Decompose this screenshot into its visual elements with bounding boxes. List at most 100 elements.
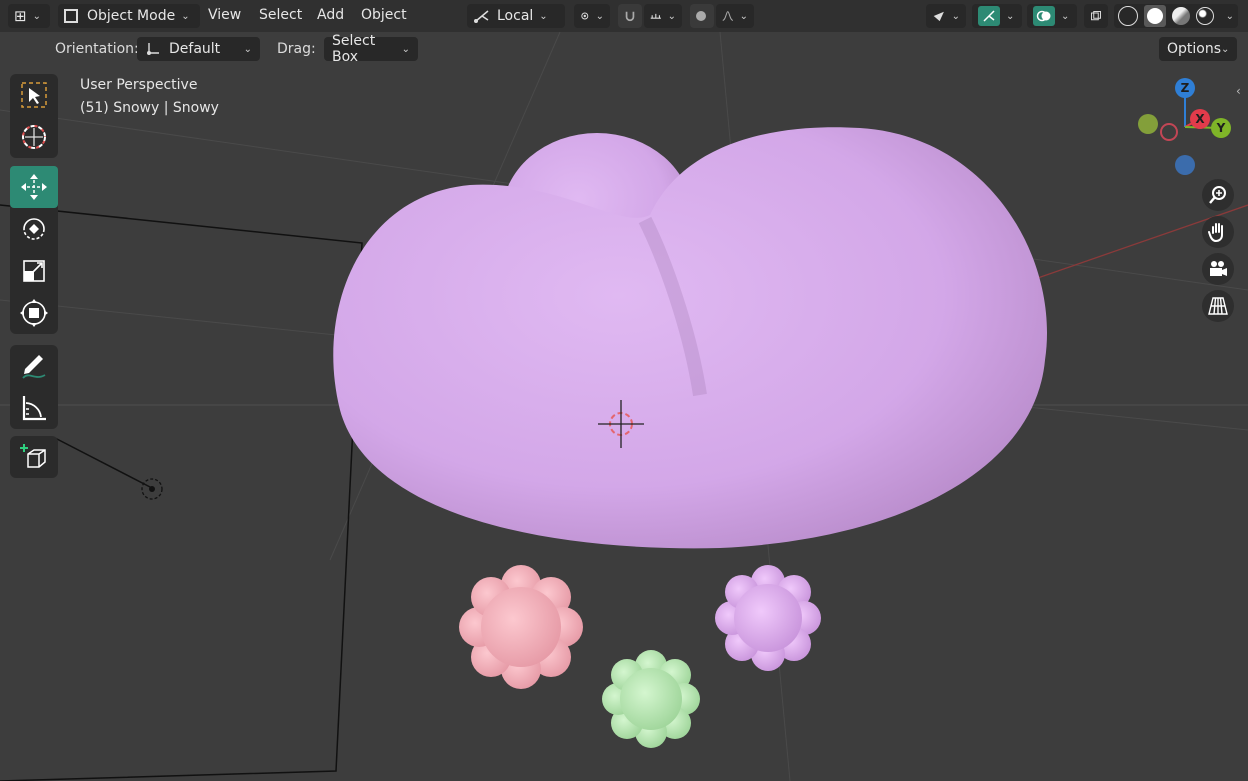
chevron-down-icon: ⌄ — [739, 10, 748, 22]
object-mode-icon — [64, 9, 78, 23]
toolbar-group-select — [10, 74, 58, 158]
toolbar-group-add — [10, 436, 58, 478]
xray-toggle[interactable] — [1084, 4, 1108, 28]
orientation-dropdown[interactable]: Default ⌄ — [137, 37, 260, 61]
toolbar-group-transform — [10, 166, 58, 334]
transform-orientation-selector[interactable]: Local ⌄ — [467, 4, 565, 28]
gizmo-y-axis[interactable]: Y — [1211, 118, 1231, 138]
navigation-gizmo[interactable]: Z X Y — [1130, 72, 1240, 182]
gizmo-x-axis[interactable]: X — [1190, 109, 1210, 129]
gizmo-toggle[interactable]: ⌄ — [972, 4, 1022, 28]
chevron-down-icon: ⌄ — [1061, 10, 1070, 22]
orientation-axes-icon — [147, 43, 159, 55]
hand-icon — [1208, 223, 1223, 243]
chevron-down-icon: ⌄ — [951, 10, 960, 22]
editor-type-icon: ⊞ — [14, 7, 27, 25]
grid-perspective-icon — [1208, 297, 1228, 315]
zoom-icon — [1209, 186, 1226, 204]
drag-value: Select Box — [332, 33, 376, 65]
object-info: (51) Snowy | Snowy — [80, 100, 219, 116]
falloff-selector[interactable]: ⌄ — [716, 4, 754, 28]
drag-label: Drag: — [277, 41, 316, 57]
tool-rotate[interactable] — [10, 208, 58, 250]
tool-move[interactable] — [10, 166, 58, 208]
green-drop[interactable] — [602, 650, 700, 748]
toolbar-group-annotate — [10, 345, 58, 429]
gizmo-z-axis[interactable]: Z — [1175, 78, 1195, 98]
options-label: Options — [1167, 41, 1222, 57]
pivot-icon — [581, 12, 589, 20]
zoom-button[interactable] — [1202, 179, 1234, 211]
rendered-shading-icon[interactable] — [1195, 7, 1214, 25]
proportional-edit-icon — [696, 11, 706, 21]
overlays-toggle[interactable]: ⌄ — [1027, 4, 1077, 28]
snap-toggle[interactable] — [618, 4, 642, 28]
transform-icon — [20, 299, 48, 327]
menu-object[interactable]: Object — [361, 7, 407, 23]
scale-icon — [23, 260, 45, 282]
tool-cursor[interactable] — [10, 116, 58, 158]
chevron-down-icon: ⌄ — [1221, 43, 1230, 55]
menu-add[interactable]: Add — [317, 7, 344, 23]
menu-select[interactable]: Select — [259, 7, 302, 23]
viewport-header: ⊞ ⌄ Object Mode ⌄ View Select Add Object … — [0, 0, 1248, 32]
xray-icon — [1091, 11, 1101, 21]
tool-scale[interactable] — [10, 250, 58, 292]
tool-annotate[interactable] — [10, 345, 58, 387]
orientation-value: Default — [169, 41, 221, 57]
gizmo-neg-x-axis[interactable] — [1160, 123, 1178, 141]
solid-shading-icon[interactable] — [1143, 5, 1166, 27]
cursor-arrow-icon — [933, 11, 944, 22]
chevron-down-icon: ⌄ — [181, 10, 190, 22]
chevron-down-icon: ⌄ — [401, 43, 410, 55]
gizmo-neg-y-axis[interactable] — [1138, 114, 1158, 134]
falloff-curve-icon — [722, 11, 734, 21]
material-preview-icon[interactable] — [1171, 7, 1190, 25]
annotate-pencil-icon — [22, 355, 46, 379]
proportional-editing-toggle[interactable] — [690, 4, 714, 28]
wireframe-shading-icon[interactable] — [1118, 6, 1138, 26]
pivot-point-selector[interactable]: ⌄ — [574, 4, 610, 28]
add-cube-icon — [20, 444, 46, 468]
tool-select-box[interactable] — [10, 74, 58, 116]
chevron-down-icon: ⌄ — [32, 10, 41, 22]
cloud-object[interactable] — [333, 127, 1048, 549]
drag-dropdown[interactable]: Select Box ⌄ — [324, 33, 418, 65]
chevron-down-icon: ⌄ — [1225, 10, 1234, 22]
gizmo-icon — [978, 6, 1000, 26]
pan-button[interactable] — [1202, 216, 1234, 248]
pink-drop[interactable] — [459, 565, 583, 689]
mode-label: Object Mode — [87, 8, 176, 24]
rotate-icon — [23, 218, 45, 240]
orientation-label: Local — [497, 8, 534, 24]
perspective-toggle-button[interactable] — [1202, 290, 1234, 322]
magnet-icon — [625, 11, 635, 22]
snap-increment-icon — [650, 13, 661, 19]
gizmo-neg-z-axis[interactable] — [1175, 155, 1195, 175]
tool-transform[interactable] — [10, 292, 58, 334]
snap-target-selector[interactable]: ⌄ — [644, 4, 682, 28]
chevron-down-icon: ⌄ — [1006, 10, 1015, 22]
shading-mode-group: ⌄ — [1114, 4, 1238, 28]
overlays-icon — [1033, 6, 1055, 26]
chevron-down-icon: ⌄ — [243, 43, 252, 55]
selectability-visibility-button[interactable]: ⌄ — [926, 4, 966, 28]
view-name: User Perspective — [80, 77, 198, 93]
viewport-3d[interactable] — [0, 32, 1248, 781]
purple-drop[interactable] — [715, 565, 821, 671]
move-icon — [21, 174, 47, 200]
mode-selector[interactable]: Object Mode ⌄ — [58, 4, 200, 28]
tool-add-cube[interactable] — [10, 436, 58, 478]
orientation-icon — [474, 10, 489, 23]
sidebar-toggle-arrow[interactable]: ‹ — [1236, 84, 1241, 98]
select-box-icon — [21, 82, 47, 108]
cursor-icon — [22, 125, 46, 149]
tool-measure[interactable] — [10, 387, 58, 429]
options-dropdown[interactable]: Options ⌄ — [1159, 37, 1237, 61]
camera-view-button[interactable] — [1202, 253, 1234, 285]
chevron-down-icon: ⌄ — [667, 10, 676, 22]
camera-icon — [1210, 261, 1227, 276]
menu-view[interactable]: View — [208, 7, 241, 23]
chevron-down-icon: ⌄ — [595, 10, 604, 22]
editor-type-button[interactable]: ⊞ ⌄ — [8, 4, 50, 28]
